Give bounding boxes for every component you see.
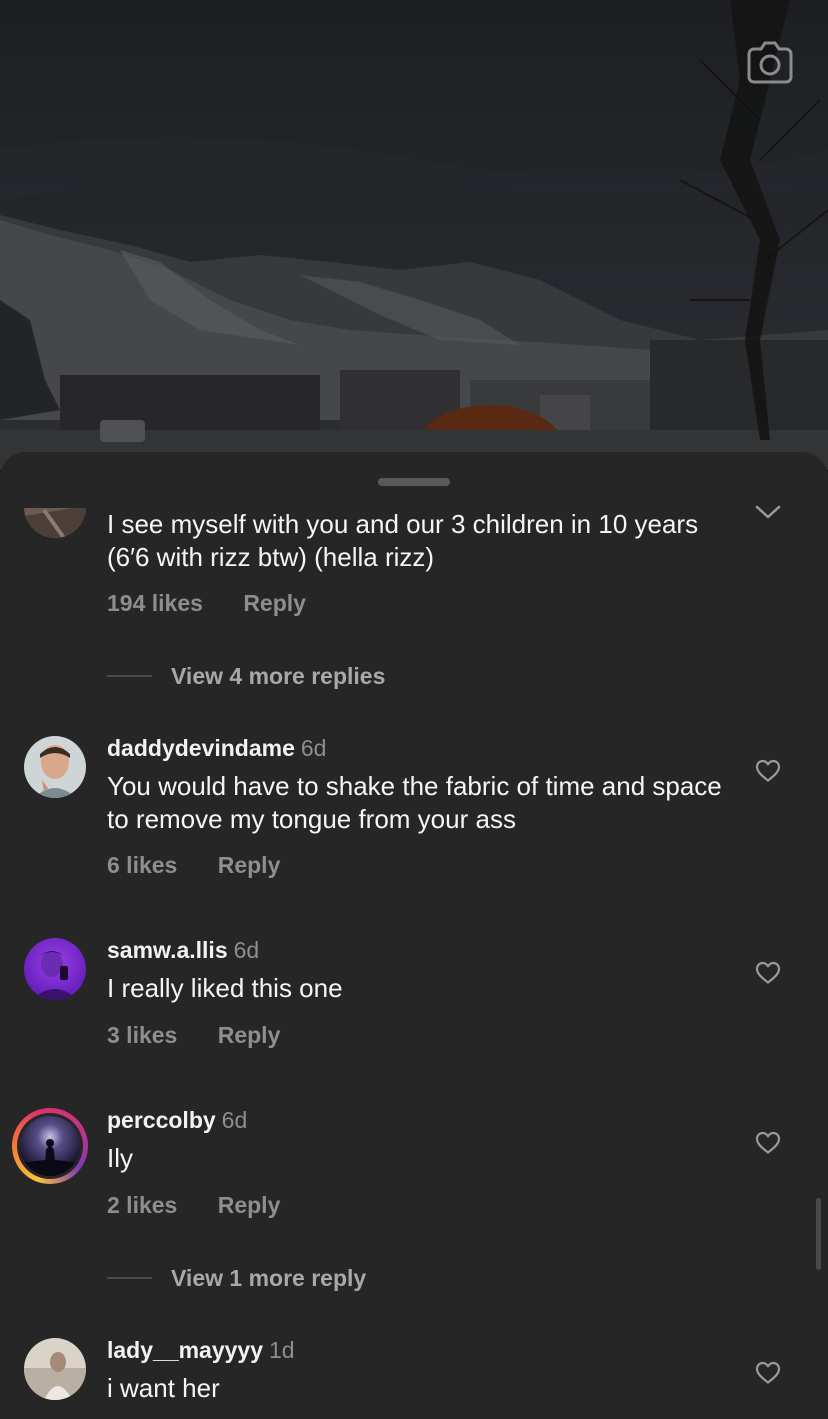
divider-line — [107, 1277, 152, 1279]
username[interactable]: daddydevindame — [107, 735, 295, 761]
view-more-label: View 1 more reply — [171, 1264, 367, 1291]
comment-text: I see myself with you and our 3 children… — [107, 509, 699, 572]
avatar[interactable] — [24, 508, 86, 538]
timestamp: 1d — [269, 1337, 295, 1363]
avatar-inner — [17, 1113, 83, 1179]
like-button[interactable] — [752, 957, 784, 989]
timestamp: 6d — [300, 735, 327, 761]
chevron-down-icon — [755, 505, 781, 519]
reply-button[interactable]: Reply — [218, 1190, 281, 1220]
comment-meta: perccolby 6d — [107, 1105, 247, 1135]
like-button[interactable] — [752, 1127, 784, 1159]
avatar[interactable] — [24, 1338, 86, 1400]
reply-button[interactable]: Reply — [243, 588, 306, 618]
comment-actions: 6 likes Reply — [107, 850, 280, 880]
reply-button[interactable]: Reply — [218, 1020, 281, 1050]
comments-sheet[interactable]: I see myself with you and our 3 children… — [0, 452, 828, 1419]
heart-outline-icon — [755, 1131, 781, 1154]
heart-outline-icon — [755, 759, 781, 782]
comment-actions: 3 likes Reply — [107, 1020, 280, 1050]
view-more-replies-button[interactable]: View 4 more replies — [107, 661, 385, 691]
comment-meta: lady__mayyyy 1d — [107, 1335, 295, 1365]
timestamp: 6d — [233, 937, 260, 963]
comment-actions: 2 likes Reply — [107, 1190, 280, 1220]
scrollbar[interactable] — [816, 1198, 821, 1270]
comment-meta: daddydevindame 6d — [107, 733, 326, 763]
username[interactable]: samw.a.llis — [107, 937, 228, 963]
like-count[interactable]: 6 likes — [107, 850, 177, 880]
comment-actions: 194 likes Reply — [107, 588, 306, 618]
collapse-button[interactable] — [752, 496, 784, 528]
app-frame: I see myself with you and our 3 children… — [0, 0, 828, 1419]
heart-outline-icon — [755, 961, 781, 984]
comment-text: Ily — [107, 1143, 133, 1173]
timestamp: 6d — [221, 1107, 248, 1133]
like-count[interactable]: 3 likes — [107, 1020, 177, 1050]
like-count[interactable]: 194 likes — [107, 588, 203, 618]
username[interactable]: perccolby — [107, 1107, 216, 1133]
view-more-replies-button[interactable]: View 1 more reply — [107, 1263, 366, 1293]
avatar[interactable] — [24, 938, 86, 1000]
like-count[interactable]: 2 likes — [107, 1190, 177, 1220]
avatar[interactable] — [24, 736, 86, 798]
comment-meta: samw.a.llis 6d — [107, 935, 259, 965]
sheet-grabber[interactable] — [378, 478, 450, 486]
like-button[interactable] — [752, 755, 784, 787]
heart-outline-icon — [755, 1361, 781, 1384]
username[interactable]: lady__mayyyy — [107, 1337, 263, 1363]
like-button[interactable] — [752, 1357, 784, 1389]
comment-text: You would have to shake the fabric of ti… — [107, 771, 722, 834]
comment-text: i want her — [107, 1373, 220, 1403]
post-photo — [0, 0, 828, 470]
avatar — [20, 1116, 80, 1176]
view-more-label: View 4 more replies — [171, 662, 386, 689]
camera-icon — [747, 41, 793, 84]
avatar-story-ring[interactable] — [12, 1108, 88, 1184]
camera-button[interactable] — [744, 36, 796, 88]
comment-text: I really liked this one — [107, 973, 343, 1003]
reply-button[interactable]: Reply — [218, 850, 281, 880]
divider-line — [107, 675, 152, 677]
